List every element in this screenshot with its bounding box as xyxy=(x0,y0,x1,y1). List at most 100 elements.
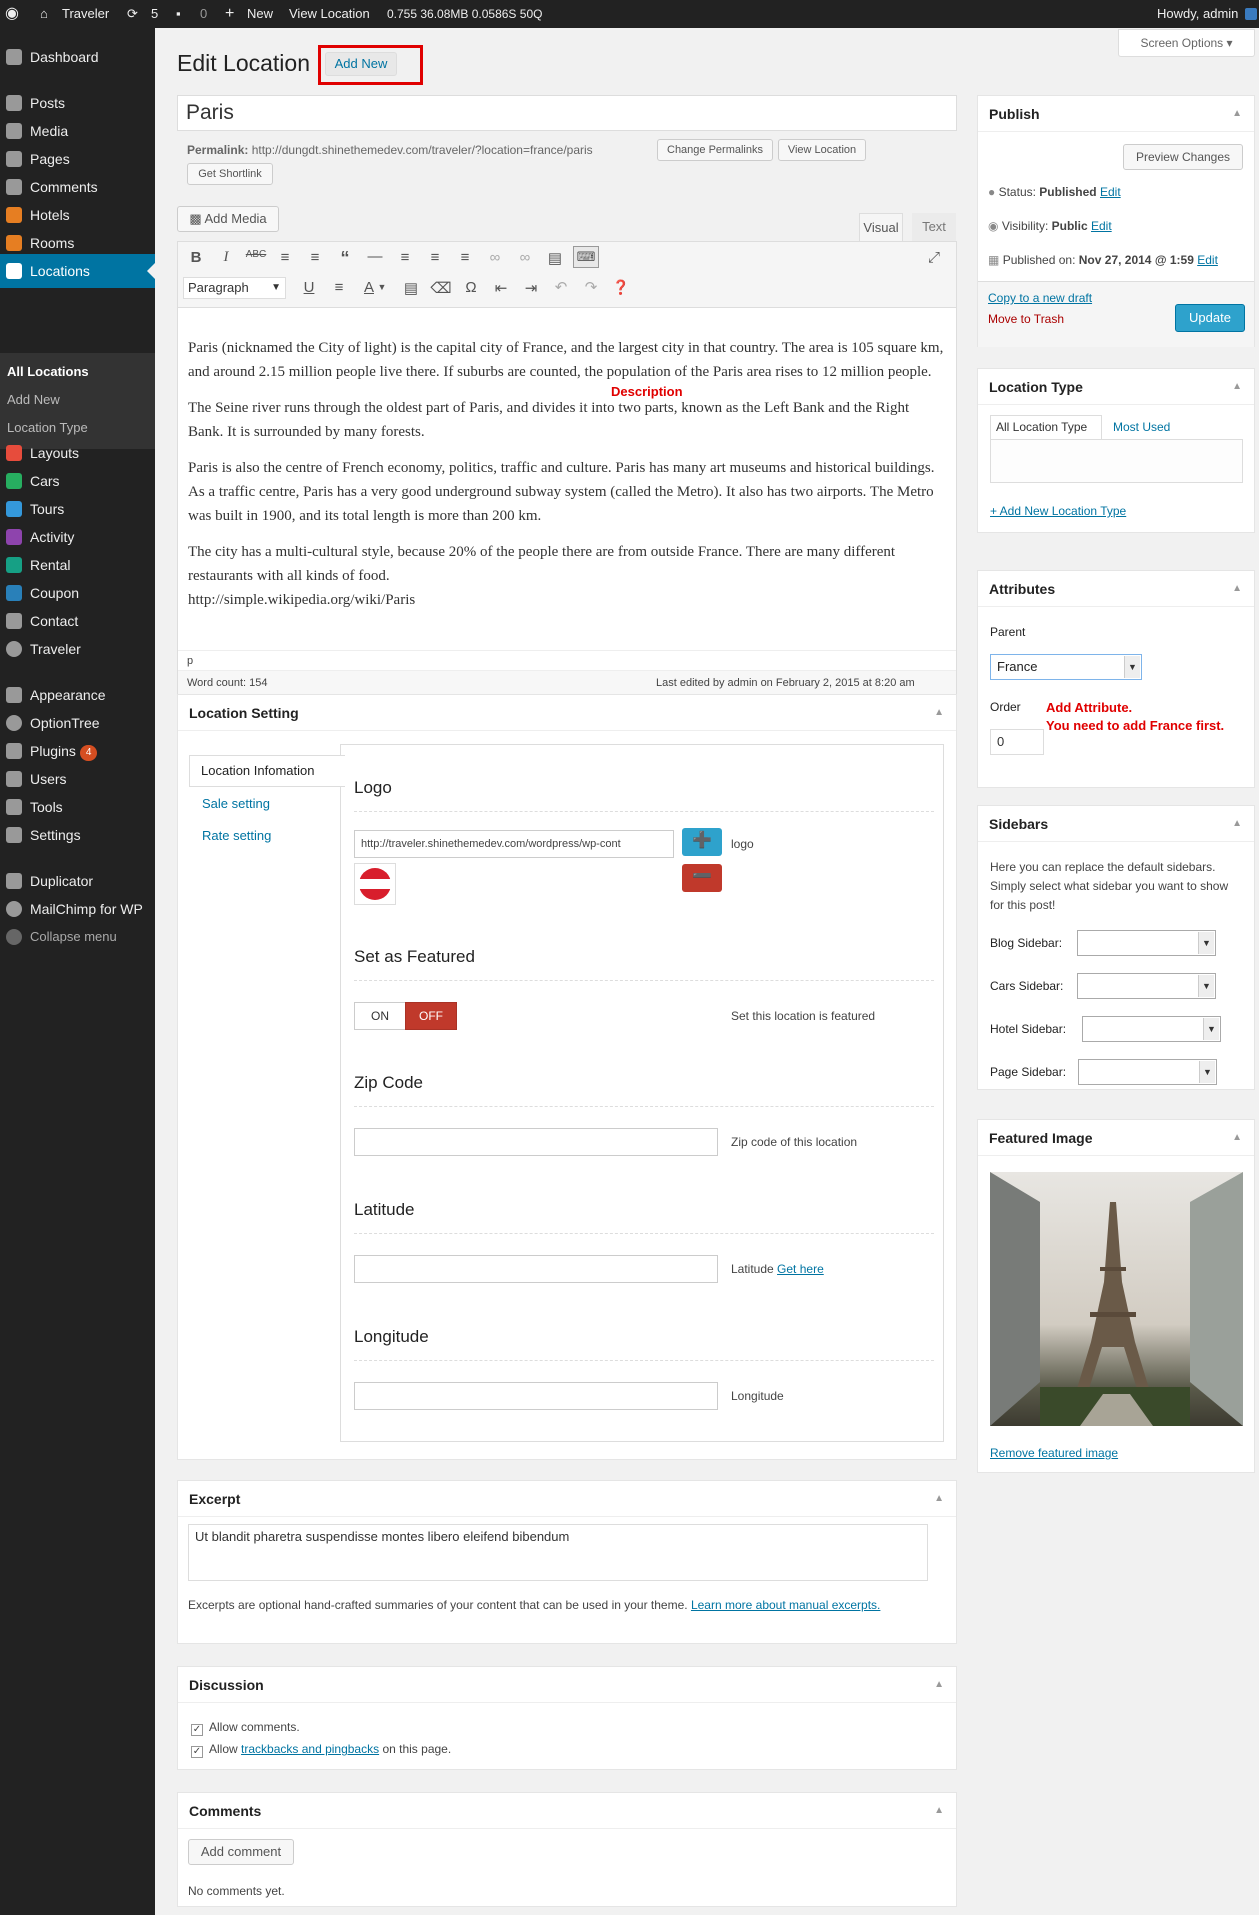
link-icon[interactable]: ∞ xyxy=(484,249,506,266)
paste-text-icon[interactable]: ▤ xyxy=(400,279,422,297)
preview-changes-button[interactable]: Preview Changes xyxy=(1123,144,1243,170)
view-location-link[interactable]: View Location xyxy=(289,0,370,28)
strikethrough-icon[interactable]: ABC xyxy=(245,249,267,260)
post-title-input[interactable]: Paris xyxy=(177,95,957,131)
clear-formatting-icon[interactable]: ⌫ xyxy=(430,279,452,297)
copy-to-draft-link[interactable]: Copy to a new draft xyxy=(988,291,1092,305)
menu-dashboard[interactable]: Dashboard xyxy=(0,40,155,74)
toggle-arrow-icon[interactable]: ▲ xyxy=(1232,571,1242,607)
trackbacks-link[interactable]: trackbacks and pingbacks xyxy=(241,1742,379,1756)
permalink-url[interactable]: http://dungdt.shinethemedev.com/traveler… xyxy=(252,143,593,157)
read-more-icon[interactable]: ▤ xyxy=(544,249,566,267)
change-permalinks-button[interactable]: Change Permalinks xyxy=(657,139,773,161)
add-location-type-link[interactable]: + Add New Location Type xyxy=(990,504,1126,518)
longitude-input[interactable] xyxy=(354,1382,718,1410)
location-setting-header[interactable]: Location Setting ▲ xyxy=(178,695,956,731)
tab-visual[interactable]: Visual xyxy=(859,213,903,241)
outdent-icon[interactable]: ⇤ xyxy=(490,279,512,297)
tab-most-used[interactable]: Most Used xyxy=(1113,420,1170,434)
publish-header[interactable]: Publish ▲ xyxy=(978,96,1254,132)
editor-content[interactable]: Paris (nicknamed the City of light) is t… xyxy=(188,336,948,612)
toolbar-toggle-icon[interactable]: ⌨ xyxy=(573,246,599,268)
menu-settings[interactable]: Settings xyxy=(0,818,155,852)
featured-on-button[interactable]: ON xyxy=(354,1002,406,1030)
tab-rate-setting[interactable]: Rate setting xyxy=(202,828,271,843)
move-to-trash-link[interactable]: Move to Trash xyxy=(988,312,1064,326)
wordpress-logo-icon[interactable]: ◉ xyxy=(5,0,19,28)
edit-visibility-link[interactable]: Edit xyxy=(1091,219,1112,233)
get-latitude-link[interactable]: Get here xyxy=(777,1262,824,1276)
home-icon[interactable]: ⌂ xyxy=(40,0,48,28)
text-color-dropdown-icon[interactable]: ▼ xyxy=(376,282,388,292)
howdy-account[interactable]: Howdy, admin xyxy=(1157,0,1238,28)
help-icon[interactable]: ❓ xyxy=(610,279,632,296)
indent-icon[interactable]: ⇥ xyxy=(520,279,542,297)
edit-date-link[interactable]: Edit xyxy=(1197,253,1218,267)
new-menu[interactable]: New xyxy=(247,0,273,28)
bold-icon[interactable]: B xyxy=(185,249,207,266)
add-comment-button[interactable]: Add comment xyxy=(188,1839,294,1865)
order-input[interactable]: 0 xyxy=(990,729,1044,755)
allow-pingbacks-checkbox[interactable]: ✓ xyxy=(191,1746,203,1758)
tab-location-information[interactable]: Location Infomation xyxy=(189,755,345,787)
hotel-sidebar-select[interactable]: ▼ xyxy=(1082,1016,1221,1042)
fullscreen-icon[interactable]: ⤢ xyxy=(923,249,945,266)
add-media-button[interactable]: ▩ Add Media xyxy=(177,206,279,232)
view-location-button[interactable]: View Location xyxy=(778,139,866,161)
tab-all-location-type[interactable]: All Location Type xyxy=(990,415,1102,439)
toggle-arrow-icon[interactable]: ▲ xyxy=(1232,369,1242,405)
underline-icon[interactable]: U xyxy=(298,279,320,296)
bullet-list-icon[interactable]: ≡ xyxy=(274,249,296,266)
tab-text[interactable]: Text xyxy=(912,213,956,241)
excerpt-learn-more-link[interactable]: Learn more about manual excerpts. xyxy=(691,1598,880,1612)
site-name[interactable]: Traveler xyxy=(62,0,109,28)
toggle-arrow-icon[interactable]: ▲ xyxy=(1232,96,1242,132)
edit-status-link[interactable]: Edit xyxy=(1100,185,1121,199)
comment-icon[interactable]: ▪ xyxy=(176,0,181,28)
unlink-icon[interactable]: ∞ xyxy=(514,249,536,266)
update-button[interactable]: Update xyxy=(1175,304,1245,332)
logo-url-input[interactable]: http://traveler.shinethemedev.com/wordpr… xyxy=(354,830,674,858)
plus-icon[interactable]: + xyxy=(225,0,234,28)
tab-sale-setting[interactable]: Sale setting xyxy=(202,796,270,811)
zip-code-input[interactable] xyxy=(354,1128,718,1156)
screen-options-button[interactable]: Screen Options ▾ xyxy=(1118,29,1255,57)
parent-select[interactable]: France ▼ xyxy=(990,654,1142,680)
discussion-header[interactable]: Discussion ▲ xyxy=(178,1667,956,1703)
featured-image-preview[interactable] xyxy=(990,1172,1243,1426)
submenu-location-type[interactable]: Location Type xyxy=(7,420,88,435)
excerpt-header[interactable]: Excerpt ▲ xyxy=(178,1481,956,1517)
toggle-arrow-icon[interactable]: ▲ xyxy=(1232,806,1242,842)
collapse-menu[interactable]: Collapse menu xyxy=(0,920,155,954)
add-new-button[interactable]: Add New xyxy=(325,52,397,76)
get-shortlink-button[interactable]: Get Shortlink xyxy=(187,163,273,185)
updates-icon[interactable]: ⟳ xyxy=(127,0,138,28)
location-type-list[interactable] xyxy=(990,439,1243,483)
add-logo-button[interactable]: ➕ xyxy=(682,828,722,856)
allow-comments-checkbox[interactable]: ✓ xyxy=(191,1724,203,1736)
align-right-icon[interactable]: ≡ xyxy=(454,249,476,266)
attributes-header[interactable]: Attributes ▲ xyxy=(978,571,1254,607)
align-center-icon[interactable]: ≡ xyxy=(424,249,446,266)
undo-icon[interactable]: ↶ xyxy=(550,278,572,296)
latitude-input[interactable] xyxy=(354,1255,718,1283)
horizontal-line-icon[interactable]: — xyxy=(364,248,386,265)
remove-featured-image-link[interactable]: Remove featured image xyxy=(990,1446,1118,1460)
submenu-add-new[interactable]: Add New xyxy=(7,392,60,407)
location-type-header[interactable]: Location Type ▲ xyxy=(978,369,1254,405)
toggle-arrow-icon[interactable]: ▲ xyxy=(1232,1120,1242,1156)
toggle-arrow-icon[interactable]: ▲ xyxy=(934,1793,944,1829)
blockquote-icon[interactable]: “ xyxy=(334,248,356,269)
sidebars-header[interactable]: Sidebars ▲ xyxy=(978,806,1254,842)
updates-count[interactable]: 5 xyxy=(151,0,158,28)
menu-traveler[interactable]: Traveler xyxy=(0,632,155,666)
redo-icon[interactable]: ↷ xyxy=(580,278,602,296)
remove-logo-button[interactable]: ➖ xyxy=(682,864,722,892)
special-character-icon[interactable]: Ω xyxy=(460,279,482,296)
comments-header[interactable]: Comments ▲ xyxy=(178,1793,956,1829)
comments-count[interactable]: 0 xyxy=(200,0,207,28)
excerpt-textarea[interactable]: Ut blandit pharetra suspendisse montes l… xyxy=(188,1524,928,1581)
featured-image-header[interactable]: Featured Image ▲ xyxy=(978,1120,1254,1156)
submenu-all-locations[interactable]: All Locations xyxy=(7,364,89,379)
cars-sidebar-select[interactable]: ▼ xyxy=(1077,973,1216,999)
